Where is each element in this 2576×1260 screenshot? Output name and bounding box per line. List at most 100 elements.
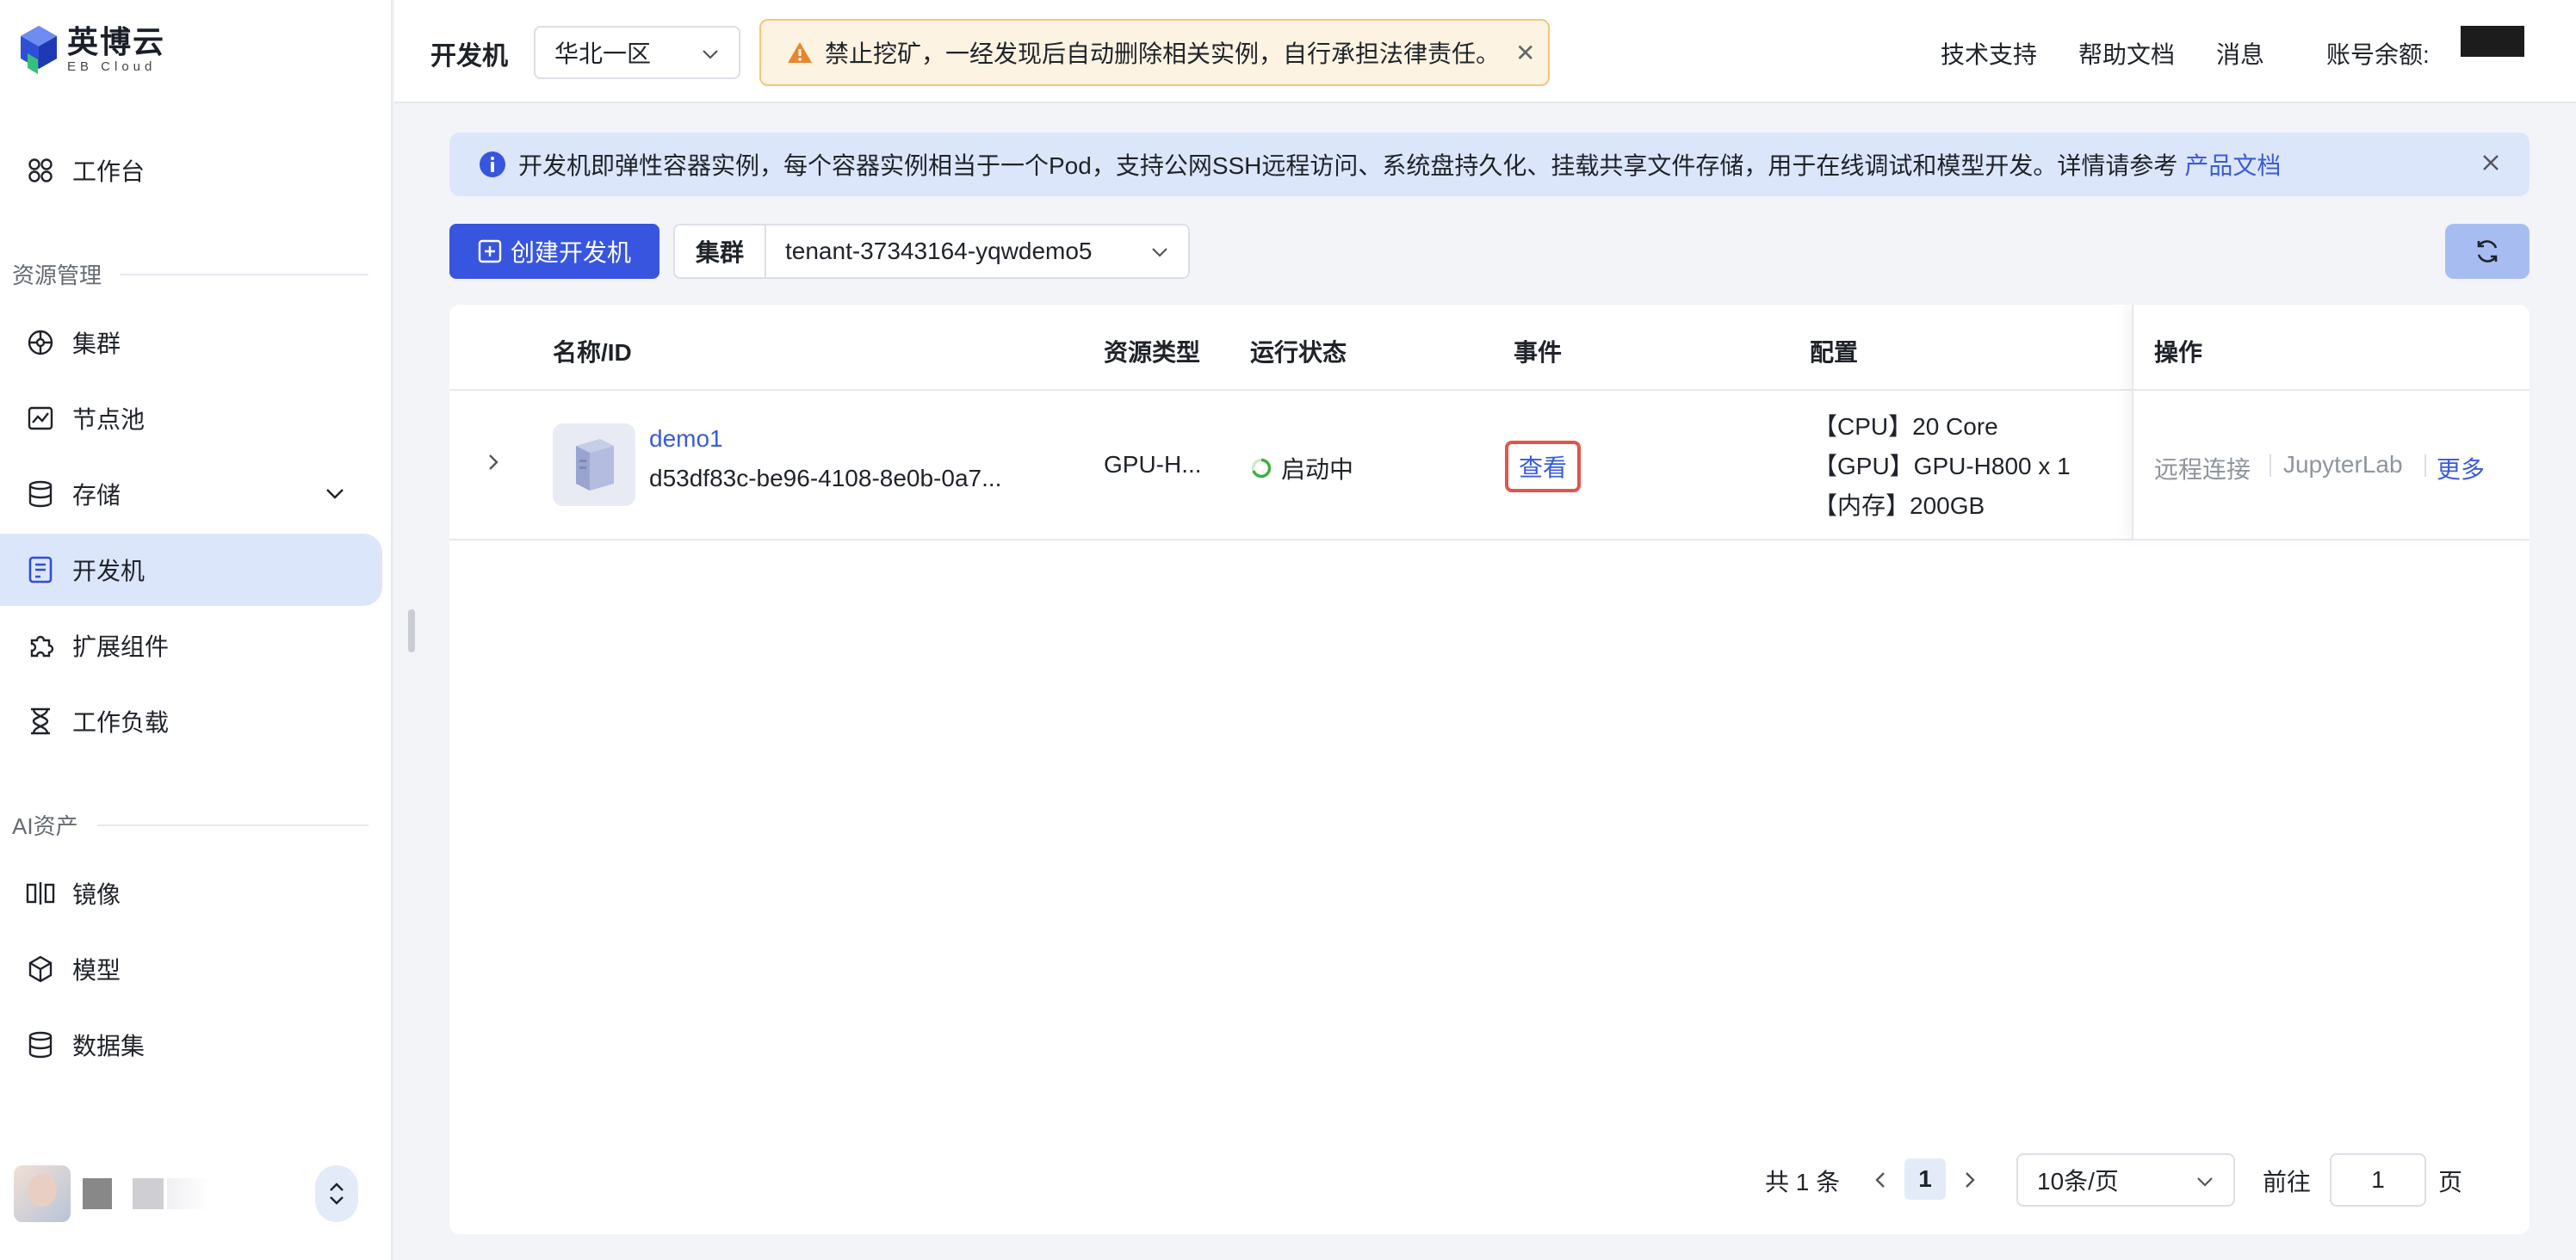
- config-cpu: 【CPU】20 Core: [1813, 413, 1998, 440]
- section-title-ai: AI资产: [12, 809, 368, 841]
- cluster-value: tenant-37343164-yqwdemo5: [785, 238, 1093, 264]
- column-header-resource-type: 资源类型: [1104, 339, 1201, 366]
- config-gpu: 【GPU】GPU-H800 x 1: [1813, 453, 2071, 479]
- username-mask: [133, 1178, 164, 1209]
- nav-label: 节点池: [72, 406, 146, 433]
- loading-spinner-icon: [1251, 458, 1272, 479]
- chevron-down-icon: [2197, 1177, 2213, 1187]
- nav-item-image[interactable]: 镜像: [0, 857, 382, 930]
- account-menu-button[interactable]: [315, 1165, 358, 1222]
- nav-item-model[interactable]: 模型: [0, 933, 382, 1005]
- column-header-events: 事件: [1514, 339, 1563, 366]
- resource-type: GPU-H...: [1104, 451, 1202, 478]
- nav-item-storage[interactable]: 存储: [0, 458, 382, 530]
- create-devbox-button[interactable]: 创建开发机: [449, 224, 659, 279]
- page-size-select[interactable]: 10条/页: [2016, 1153, 2235, 1207]
- logo[interactable]: 英博云 EB Cloud: [19, 24, 165, 76]
- nav-label: 开发机: [72, 558, 146, 584]
- actions-fixed-column: 远程连接 JupyterLab 更多: [2132, 305, 2530, 540]
- sidebar-resize-handle[interactable]: [408, 609, 415, 652]
- goto-page-input[interactable]: [2330, 1153, 2426, 1207]
- action-divider: [2269, 454, 2271, 477]
- cluster-label: 集群: [675, 225, 766, 277]
- region-select[interactable]: 华北一区: [534, 26, 740, 79]
- user-bar[interactable]: [14, 1164, 375, 1224]
- page-suffix: 页: [2438, 1169, 2463, 1195]
- sidebar: 英博云 EB Cloud 工作台 资源管理 集群 节点池 存储 开发机 扩展组件…: [0, 0, 393, 1260]
- cluster-select[interactable]: 集群 tenant-37343164-yqwdemo5: [673, 224, 1190, 279]
- nav-item-cluster[interactable]: 集群: [0, 306, 382, 379]
- action-divider: [2424, 454, 2426, 477]
- chevron-left-icon[interactable]: [1872, 1169, 1889, 1191]
- chevron-up-down-icon: [330, 1183, 344, 1205]
- nav-label: 工作台: [72, 158, 146, 185]
- goto-label: 前往: [2263, 1169, 2312, 1195]
- instance-name-link[interactable]: demo1: [649, 425, 723, 453]
- chevron-right-icon[interactable]: [484, 451, 503, 473]
- puzzle-icon: [26, 631, 55, 660]
- plus-square-icon: [478, 239, 502, 263]
- nav-label: 模型: [72, 957, 121, 984]
- warning-text: 禁止挖矿，一经发现后自动删除相关实例，自行承担法律责任。: [825, 40, 1501, 67]
- logo-name-cn: 英博云: [67, 24, 166, 59]
- messages-link[interactable]: 消息: [2216, 36, 2264, 71]
- logo-icon: [21, 26, 57, 74]
- nav-label: 扩展组件: [72, 633, 170, 660]
- nav-item-dataset[interactable]: 数据集: [0, 1009, 382, 1081]
- logo-name-en: EB Cloud: [67, 59, 157, 74]
- nav-item-node-pool[interactable]: 节点池: [0, 382, 382, 454]
- refresh-button[interactable]: [2445, 224, 2530, 279]
- info-icon: [480, 151, 505, 177]
- page-size-value: 10条/页: [2037, 1168, 2119, 1195]
- column-header-config: 配置: [1810, 339, 1859, 366]
- devbox-icon: [26, 555, 55, 584]
- warning-banner: 禁止挖矿，一经发现后自动删除相关实例，自行承担法律责任。 ✕: [759, 19, 1550, 86]
- more-actions-button[interactable]: 更多: [2437, 451, 2485, 485]
- instance-id: d53df83c-be96-4108-8e0b-0a7...: [649, 465, 1002, 491]
- chevron-right-icon[interactable]: [1961, 1169, 1978, 1191]
- storage-icon: [26, 479, 55, 509]
- close-icon[interactable]: ✕: [1515, 39, 1535, 67]
- nav-label: 数据集: [72, 1033, 146, 1059]
- product-docs-link[interactable]: 产品文档: [2184, 147, 2281, 182]
- username-mask: [83, 1178, 112, 1209]
- info-banner: 开发机即弹性容器实例，每个容器实例相当于一个Pod，支持公网SSH远程访问、系统…: [449, 133, 2530, 196]
- devbox-table: 名称/ID 资源类型 运行状态 事件 配置 操作 demo1 d53df83c-…: [449, 305, 2530, 1234]
- help-docs-link[interactable]: 帮助文档: [2078, 36, 2175, 71]
- chevron-down-icon: [703, 50, 718, 59]
- chevron-down-icon: [1152, 248, 1167, 257]
- cube-icon: [26, 954, 55, 984]
- column-header-name: 名称/ID: [553, 339, 632, 366]
- pagination-current-page[interactable]: 1: [1904, 1158, 1946, 1200]
- refresh-icon: [2477, 240, 2498, 262]
- column-header-status: 运行状态: [1250, 339, 1347, 366]
- status-badge: 启动中: [1250, 451, 1353, 485]
- balance-label: 账号余额:: [2326, 41, 2430, 68]
- tech-support-link[interactable]: 技术支持: [1941, 36, 2037, 71]
- config-memory: 【内存】200GB: [1813, 492, 1985, 519]
- cluster-icon: [26, 328, 55, 357]
- status-text: 启动中: [1281, 456, 1354, 483]
- nav-label: 存储: [72, 482, 121, 509]
- server-icon: [553, 423, 635, 506]
- nav-item-workload[interactable]: 工作负载: [0, 685, 382, 757]
- grid-icon: [26, 156, 55, 185]
- view-events-link[interactable]: 查看: [1505, 441, 1581, 492]
- nav-item-workbench[interactable]: 工作台: [0, 134, 382, 207]
- remote-connect-button[interactable]: 远程连接: [2154, 451, 2251, 485]
- pagination-total: 共 1 条: [1765, 1169, 1841, 1195]
- avatar: [14, 1165, 71, 1222]
- jupyterlab-button[interactable]: JupyterLab: [2283, 451, 2403, 479]
- nav-item-extensions[interactable]: 扩展组件: [0, 609, 382, 682]
- close-icon[interactable]: [2478, 150, 2504, 176]
- database-icon: [26, 1030, 55, 1059]
- nav-label: 工作负载: [72, 709, 170, 736]
- username-mask: [167, 1178, 210, 1209]
- info-text: 开发机即弹性容器实例，每个容器实例相当于一个Pod，支持公网SSH远程访问、系统…: [518, 152, 2178, 179]
- nav-label: 镜像: [72, 881, 121, 908]
- page-title: 开发机: [430, 42, 508, 71]
- create-label: 创建开发机: [510, 239, 631, 266]
- nav-item-devbox[interactable]: 开发机: [0, 534, 382, 606]
- warning-icon: [788, 42, 812, 63]
- region-value: 华北一区: [554, 40, 652, 67]
